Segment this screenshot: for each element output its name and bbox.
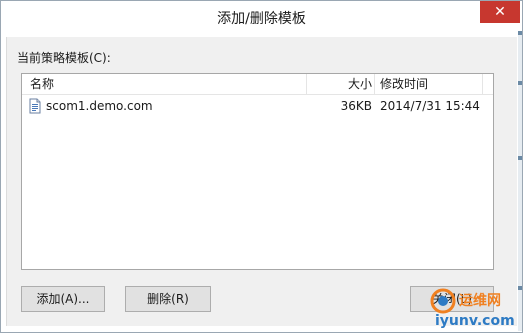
add-button[interactable]: 添加(A)... [21,286,105,312]
watermark-brand: 运维网 [459,292,501,309]
column-header-modified[interactable]: 修改时间 [380,74,428,94]
list-item[interactable]: scom1.demo.com 36KB 2014/7/31 15:44 [22,96,493,116]
close-window-button[interactable]: ✕ [480,1,520,23]
window-edge-decoration [518,31,522,331]
title-bar[interactable]: 添加/删除模板 ✕ [1,1,522,31]
template-size: 36KB [340,99,372,113]
template-name: scom1.demo.com [46,99,153,113]
close-icon: ✕ [494,4,506,20]
list-header: 名称 大小 修改时间 [22,74,493,95]
dialog-window: 添加/删除模板 ✕ 当前策略模板(C): 名称 大小 修改时间 scom1.de… [0,0,523,333]
column-header-size[interactable]: 大小 [314,74,372,94]
policy-file-icon [29,98,41,114]
remove-button[interactable]: 删除(R) [125,286,211,312]
template-modified: 2014/7/31 15:44 [380,99,480,113]
column-header-name[interactable]: 名称 [30,74,54,94]
site-watermark-logo: 运维网 iyunv.com [430,288,515,329]
current-templates-label: 当前策略模板(C): [17,51,111,65]
templates-list[interactable]: 名称 大小 修改时间 scom1.demo.com 36KB 2014/7/31… [21,73,494,270]
watermark-domain: iyunv.com [435,313,515,329]
dialog-title: 添加/删除模板 [217,11,306,27]
